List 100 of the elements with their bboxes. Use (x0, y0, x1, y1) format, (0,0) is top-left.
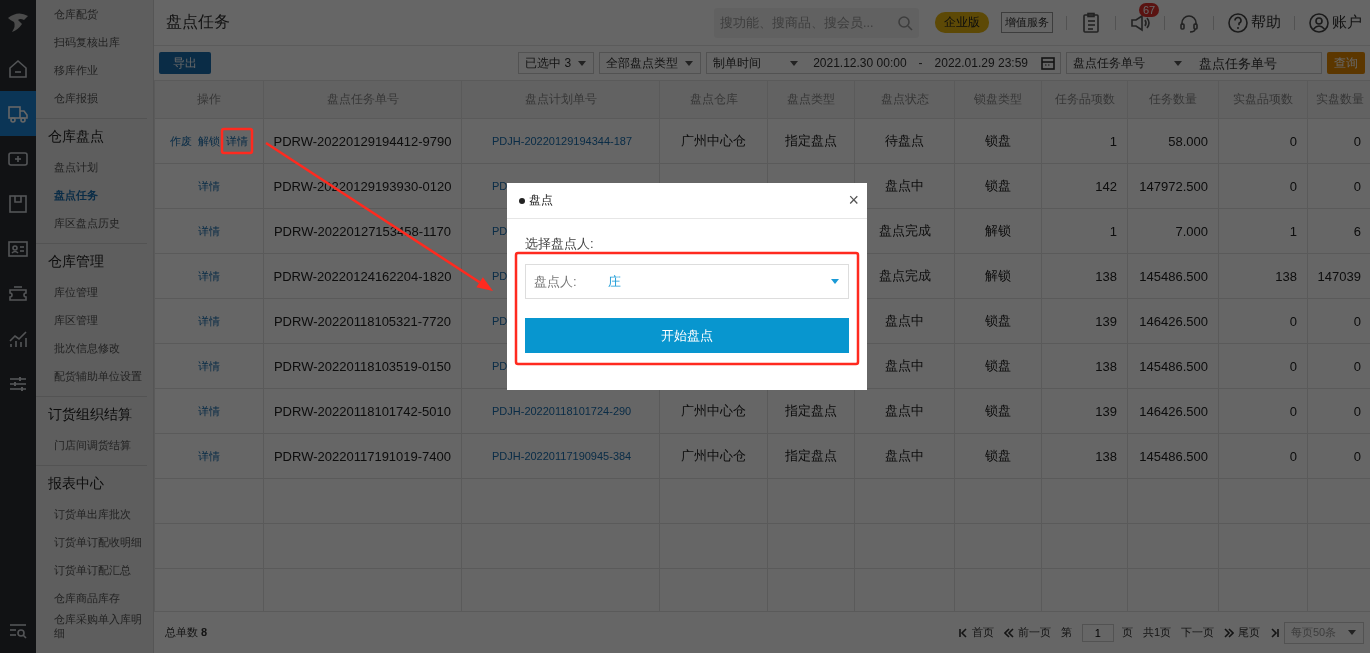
bullet-icon (519, 197, 525, 204)
table-cell: 指定盘点 (767, 118, 855, 164)
caret-icon (789, 58, 800, 68)
table-cell: 139 (1041, 298, 1128, 344)
table-cell: 锁盘 (954, 118, 1042, 164)
service-button[interactable]: 增值服务 (1001, 12, 1053, 33)
section-title: 仓库盘点 (48, 127, 105, 146)
filter-dropdown[interactable]: 已选中 3 (518, 52, 595, 74)
notification-badge: 67 (1139, 2, 1160, 17)
action-link[interactable]: 详情 (198, 180, 220, 192)
export-button[interactable]: 导出 (159, 52, 211, 74)
action-link[interactable]: 详情 (198, 450, 220, 462)
plan-number-link[interactable]: PDJH-20220117190945-384 (461, 433, 660, 479)
table-cell: 138 (1041, 253, 1128, 299)
dialog-title: 盘点 (529, 192, 553, 209)
action-link[interactable]: 详情 (198, 315, 220, 327)
counter-person-select[interactable]: 盘点人: 庄 (525, 264, 849, 299)
caret-icon (684, 58, 695, 68)
total-count: 总单数 8 (165, 625, 208, 640)
filter-dropdown[interactable]: 全部盘点类型 (599, 52, 702, 74)
plan-number-link[interactable]: PDJH-20220129194344-187 (461, 118, 660, 164)
table-cell: 138 (1041, 433, 1128, 479)
caret-icon (1347, 628, 1357, 637)
table-cell: 147972.500 (1127, 163, 1219, 209)
table-cell: 锁盘 (954, 343, 1042, 389)
action-link[interactable]: 详情 (198, 225, 220, 237)
table-cell: 7.000 (1127, 208, 1219, 254)
section-title: 报表中心 (48, 474, 105, 493)
table-cell: 1 (1041, 118, 1128, 164)
highlight-frame (220, 127, 254, 155)
table-cell: 指定盘点 (767, 433, 855, 479)
table-cell: 58.000 (1127, 118, 1219, 164)
table-cell: 锁盘 (954, 388, 1042, 434)
caret-icon (577, 58, 588, 68)
table-cell: 锁盘 (954, 433, 1042, 479)
search-type-dropdown[interactable]: 盘点任务单号 (1073, 54, 1183, 72)
table-cell: 146426.500 (1127, 388, 1219, 434)
table-cell: 盘点中 (854, 433, 955, 479)
action-link[interactable]: 作废 (170, 135, 192, 147)
date-range-field[interactable]: 制单时间 2021.12.30 00:00 - 2022.01.29 23:59 (706, 52, 1061, 74)
clipboard-icon[interactable] (1080, 11, 1102, 34)
caret-icon (1173, 58, 1183, 68)
table-cell: 锁盘 (954, 298, 1042, 344)
table-cell: 0 (1218, 388, 1308, 434)
first-page-icon (957, 627, 968, 638)
edition-badge: 企业版 (935, 12, 989, 33)
page-title: 盘点任务 (166, 12, 231, 32)
help-link[interactable]: 帮助 (1251, 13, 1281, 32)
search-icon (897, 14, 913, 31)
table-cell: 145486.500 (1127, 343, 1219, 389)
table-cell: 145486.500 (1127, 253, 1219, 299)
table-cell: 解锁 (954, 253, 1042, 299)
action-link[interactable]: 详情 (198, 360, 220, 372)
last-page-icon (1270, 627, 1280, 638)
table-cell: PDRW-20220118105321-7720 (263, 298, 462, 344)
first-page-link[interactable]: 首页 (971, 625, 994, 640)
calendar-icon (1040, 55, 1056, 71)
page-label: 页 (1121, 625, 1133, 640)
table-cell: PDRW-20220129194412-9790 (263, 118, 462, 164)
table-cell: 0 (1218, 163, 1308, 209)
action-link[interactable]: 解锁 (198, 135, 220, 147)
table-cell: 1 (1218, 208, 1308, 254)
section-title: 订货组织结算 (48, 405, 133, 424)
account-link[interactable]: 账户 (1332, 13, 1362, 32)
field-prompt: 选择盘点人: (525, 235, 595, 253)
table-cell: 0 (1218, 433, 1308, 479)
page-total: 共1页 (1142, 625, 1171, 640)
table-cell: 待盘点 (854, 118, 955, 164)
last-page-link[interactable]: 尾页 (1238, 625, 1260, 640)
action-link[interactable]: 详情 (226, 135, 248, 147)
double-right-icon (1224, 627, 1234, 638)
start-count-button[interactable]: 开始盘点 (525, 318, 849, 353)
table-cell: 139 (1041, 388, 1128, 434)
user-icon (1308, 11, 1330, 34)
table-cell: 锁盘 (954, 163, 1042, 209)
page-input[interactable]: 1 (1081, 623, 1114, 642)
table-cell: 138 (1218, 253, 1308, 299)
section-title: 仓库管理 (48, 252, 105, 271)
table-cell: 0 (1218, 118, 1308, 164)
table-cell: PDRW-20220117191019-7400 (263, 433, 462, 479)
search-bar[interactable]: 盘点任务单号 盘点任务单号 (1066, 52, 1322, 74)
table-cell: 142 (1041, 163, 1128, 209)
action-link[interactable]: 详情 (198, 405, 220, 417)
table-cell: 138 (1041, 343, 1128, 389)
page-label: 第 (1060, 625, 1072, 640)
table-cell: PDRW-20220118103519-0150 (263, 343, 462, 389)
table-cell: 解锁 (954, 208, 1042, 254)
caret-icon (830, 277, 840, 286)
help-icon (1227, 11, 1249, 34)
table-cell: PDRW-20220124162204-1820 (263, 253, 462, 299)
table-cell: 0 (1218, 343, 1308, 389)
double-left-icon (1003, 627, 1014, 638)
table-cell: PDRW-20220118101742-5010 (263, 388, 462, 434)
action-link[interactable]: 详情 (198, 270, 220, 282)
table-cell: 广州中心仓 (659, 433, 768, 479)
table-cell: 1 (1041, 208, 1128, 254)
table-cell: 145486.500 (1127, 433, 1219, 479)
table-cell: 0 (1218, 298, 1308, 344)
sidebar-item[interactable]: 盘点任务 (48, 181, 147, 209)
query-button[interactable]: 查询 (1327, 52, 1365, 74)
